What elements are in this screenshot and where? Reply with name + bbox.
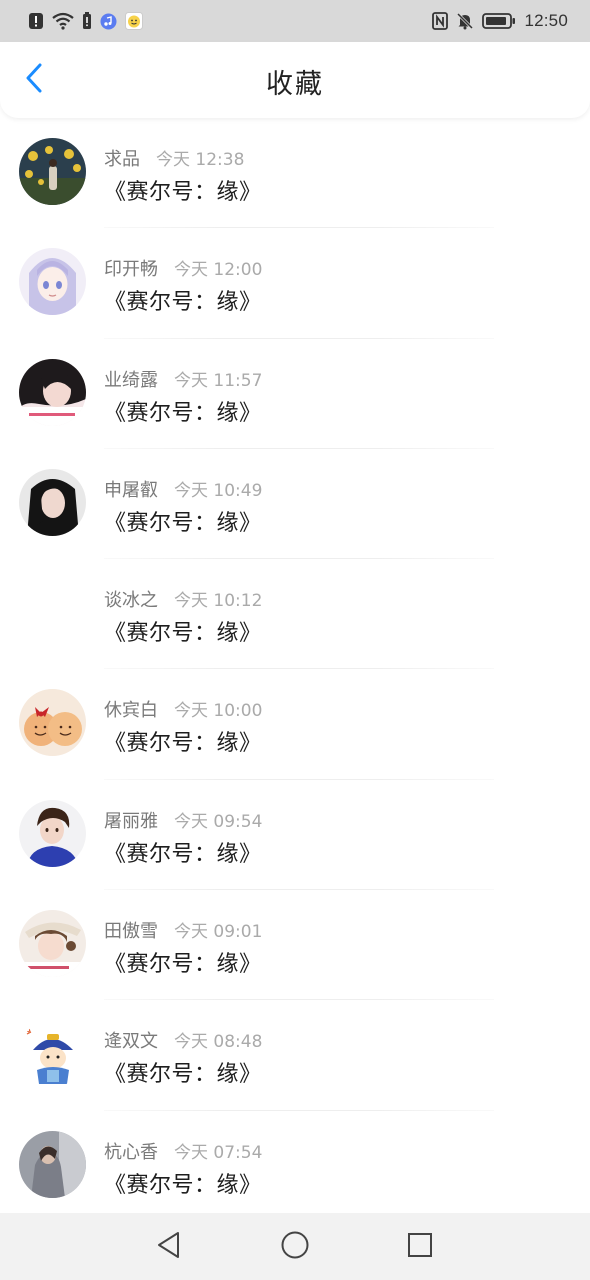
status-right-icons: 12:50 [432, 11, 568, 31]
timestamp: 今天 10:00 [174, 701, 263, 722]
avatar[interactable] [19, 468, 86, 536]
mute-bell-icon [456, 12, 474, 30]
recents-square-icon [406, 1231, 434, 1263]
back-triangle-icon [156, 1231, 182, 1263]
avatar[interactable] [19, 910, 86, 978]
nav-back-button[interactable] [149, 1227, 189, 1267]
app-screen: 12:50 收藏 求品 今天 12:38 《赛尔号：缘》 印开畅 今天 12:0… [0, 0, 590, 1280]
avatar[interactable] [19, 248, 86, 316]
favorites-list: 求品 今天 12:38 《赛尔号：缘》 印开畅 今天 12:00 《赛尔号：缘》… [0, 118, 590, 1221]
item-meta: 申屠叡 今天 10:49 [104, 476, 262, 502]
timestamp: 今天 12:38 [156, 150, 245, 170]
item-title: 《赛尔号：缘》 [104, 1172, 262, 1198]
item-meta: 休宾白 今天 10:00 [104, 696, 262, 722]
author-name: 田傲雪 [104, 921, 158, 943]
item-meta: 谈冰之 今天 10:12 [104, 586, 262, 612]
author-name: 杭心香 [104, 1141, 158, 1163]
timestamp: 今天 12:00 [174, 260, 263, 281]
author-name: 业绮露 [104, 369, 158, 391]
author-name: 印开畅 [104, 259, 158, 281]
timestamp: 今天 09:54 [174, 811, 263, 832]
timestamp: 今天 08:48 [174, 1032, 263, 1053]
emoji-app-icon [125, 12, 143, 30]
timestamp: 今天 10:12 [174, 591, 263, 612]
list-item[interactable]: 逄双文 今天 08:48 《赛尔号：缘》 [0, 1000, 590, 1111]
item-meta: 杭心香 今天 07:54 [104, 1138, 262, 1164]
list-item[interactable]: 业绮露 今天 11:57 《赛尔号：缘》 [0, 339, 590, 449]
avatar[interactable] [19, 799, 86, 867]
avatar[interactable] [19, 579, 86, 646]
item-title: 《赛尔号：缘》 [104, 180, 262, 205]
item-title: 《赛尔号：缘》 [104, 731, 262, 757]
list-item[interactable]: 申屠叡 今天 10:49 《赛尔号：缘》 [0, 449, 590, 560]
nav-home-button[interactable] [275, 1227, 315, 1267]
system-nav-bar [0, 1213, 590, 1280]
item-title: 《赛尔号：缘》 [104, 952, 262, 978]
item-meta: 印开畅 今天 12:00 [104, 255, 262, 281]
item-meta: 业绮露 今天 11:57 [104, 366, 262, 392]
item-meta: 逄双文 今天 08:48 [104, 1027, 262, 1053]
avatar[interactable] [19, 138, 86, 205]
battery-icon [482, 12, 516, 30]
timestamp: 今天 11:57 [174, 370, 263, 391]
avatar[interactable] [19, 1020, 86, 1088]
page-header: 收藏 [0, 42, 590, 118]
author-name: 逄双文 [104, 1031, 158, 1053]
status-bar: 12:50 [0, 0, 590, 42]
music-app-icon [100, 13, 117, 30]
status-left-icons [28, 12, 143, 30]
list-item[interactable]: 印开畅 今天 12:00 《赛尔号：缘》 [0, 228, 590, 339]
author-name: 休宾白 [104, 700, 158, 722]
list-item[interactable]: 求品 今天 12:38 《赛尔号：缘》 [0, 118, 590, 229]
item-title: 《赛尔号：缘》 [104, 290, 262, 316]
item-title: 《赛尔号：缘》 [104, 400, 262, 426]
sim-alert-icon [82, 12, 92, 30]
author-name: 申屠叡 [104, 479, 158, 501]
wifi-icon [52, 12, 74, 30]
home-circle-icon [280, 1230, 310, 1264]
list-item[interactable]: 田傲雪 今天 09:01 《赛尔号：缘》 [0, 890, 590, 1001]
author-name: 屠丽雅 [104, 810, 158, 832]
list-item[interactable]: 杭心香 今天 07:54 《赛尔号：缘》 [0, 1111, 590, 1221]
item-title: 《赛尔号：缘》 [104, 1062, 262, 1088]
item-title: 《赛尔号：缘》 [104, 841, 262, 867]
item-meta: 屠丽雅 今天 09:54 [104, 807, 262, 833]
timestamp: 今天 10:49 [174, 480, 263, 501]
page-title: 收藏 [266, 69, 324, 100]
avatar[interactable] [19, 1130, 86, 1198]
item-title: 《赛尔号：缘》 [104, 510, 262, 536]
nfc-icon [432, 12, 449, 30]
avatar[interactable] [19, 689, 86, 757]
item-meta: 田傲雪 今天 09:01 [104, 917, 262, 943]
item-title: 《赛尔号：缘》 [104, 621, 262, 647]
author-name: 谈冰之 [104, 590, 158, 612]
nav-recents-button[interactable] [400, 1227, 440, 1267]
timestamp: 今天 07:54 [174, 1142, 263, 1163]
avatar[interactable] [19, 358, 86, 426]
list-item[interactable]: 休宾白 今天 10:00 《赛尔号：缘》 [0, 669, 590, 780]
clock-time: 12:50 [524, 11, 568, 30]
alert-icon [28, 12, 44, 30]
list-item[interactable]: 屠丽雅 今天 09:54 《赛尔号：缘》 [0, 780, 590, 891]
list-item[interactable]: 谈冰之 今天 10:12 《赛尔号：缘》 [0, 559, 590, 670]
timestamp: 今天 09:01 [174, 922, 263, 943]
author-name: 求品 [104, 149, 140, 170]
item-meta: 求品 今天 12:38 [104, 145, 244, 171]
